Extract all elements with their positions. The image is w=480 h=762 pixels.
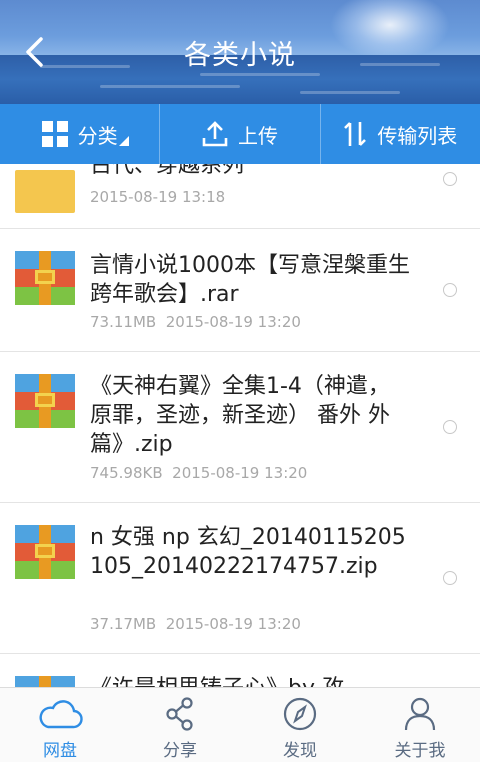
category-label: 分类 bbox=[77, 123, 118, 148]
nav-netdisk[interactable]: 网盘 bbox=[0, 688, 120, 762]
file-name: 《许是相思铸子心》by 孜 bbox=[90, 674, 410, 687]
action-toolbar: 分类 上传 传输列表 bbox=[0, 104, 480, 164]
app-header: 各类小说 bbox=[0, 0, 480, 104]
bottom-nav: 网盘 分享 发现 关于我 bbox=[0, 687, 480, 762]
file-row[interactable]: n 女强 np 玄幻_20140115205105_20140222174757… bbox=[0, 503, 480, 654]
nav-about-me[interactable]: 关于我 bbox=[360, 688, 480, 762]
select-radio[interactable] bbox=[443, 172, 457, 186]
folder-icon bbox=[15, 170, 75, 224]
file-name: 古代、穿越系列 bbox=[90, 164, 245, 178]
file-name: 言情小说1000本【写意涅槃重生跨年歌会】.rar bbox=[90, 253, 410, 307]
file-meta: 745.98KB 2015-08-19 13:20 bbox=[90, 464, 307, 482]
archive-icon bbox=[15, 525, 75, 579]
file-meta: 73.11MB 2015-08-19 13:20 bbox=[90, 313, 301, 331]
file-date: 2015-08-19 13:20 bbox=[165, 615, 301, 633]
select-radio[interactable] bbox=[443, 283, 457, 297]
select-radio[interactable] bbox=[443, 420, 457, 434]
nav-label: 网盘 bbox=[43, 741, 77, 761]
upload-label: 上传 bbox=[237, 123, 278, 148]
page-title: 各类小说 bbox=[184, 40, 296, 71]
file-row[interactable]: 言情小说1000本【写意涅槃重生跨年歌会】.rar 73.11MB 2015-0… bbox=[0, 229, 480, 352]
select-radio[interactable] bbox=[443, 571, 457, 585]
compass-icon bbox=[283, 696, 317, 732]
transfer-list-label: 传输列表 bbox=[377, 123, 458, 148]
transfer-list-button[interactable]: 传输列表 bbox=[321, 104, 480, 164]
file-meta: 37.17MB 2015-08-19 13:20 bbox=[90, 615, 301, 633]
category-button[interactable]: 分类 bbox=[0, 104, 161, 164]
file-date: 2015-08-19 13:20 bbox=[172, 464, 308, 482]
nav-share[interactable]: 分享 bbox=[120, 688, 240, 762]
cloud-icon bbox=[37, 696, 83, 732]
archive-icon bbox=[15, 374, 75, 428]
file-size: 73.11MB bbox=[90, 313, 157, 331]
person-icon bbox=[404, 696, 436, 732]
file-date: 2015-08-19 13:18 bbox=[90, 188, 226, 206]
file-row[interactable]: 《天神右翼》全集1-4（神遣，原罪，圣迹，新圣迹） 番外 外篇》.zip 745… bbox=[0, 352, 480, 503]
file-list: 古代、穿越系列 2015-08-19 13:18 言情小说1000本【写意涅槃重… bbox=[0, 164, 480, 687]
nav-label: 关于我 bbox=[394, 741, 446, 761]
grid-icon bbox=[41, 121, 68, 147]
transfer-arrows-icon bbox=[343, 120, 367, 148]
upload-button[interactable]: 上传 bbox=[160, 104, 321, 164]
archive-icon bbox=[15, 676, 75, 687]
dropdown-caret-icon bbox=[119, 136, 130, 146]
file-size: 37.17MB bbox=[90, 615, 157, 633]
file-row[interactable]: 古代、穿越系列 2015-08-19 13:18 bbox=[0, 164, 480, 229]
upload-icon bbox=[202, 121, 228, 147]
nav-label: 发现 bbox=[283, 741, 317, 761]
nav-label: 分享 bbox=[163, 741, 197, 761]
file-name: n 女强 np 玄幻_20140115205105_20140222174757… bbox=[90, 525, 406, 579]
share-icon bbox=[164, 696, 196, 732]
file-size: 745.98KB bbox=[90, 464, 163, 482]
file-name: 《天神右翼》全集1-4（神遣，原罪，圣迹，新圣迹） 番外 外篇》.zip bbox=[90, 374, 390, 457]
file-row[interactable]: 《许是相思铸子心》by 孜 bbox=[0, 654, 480, 687]
archive-icon bbox=[15, 251, 75, 305]
file-date: 2015-08-19 13:20 bbox=[165, 313, 301, 331]
nav-discover[interactable]: 发现 bbox=[240, 688, 360, 762]
